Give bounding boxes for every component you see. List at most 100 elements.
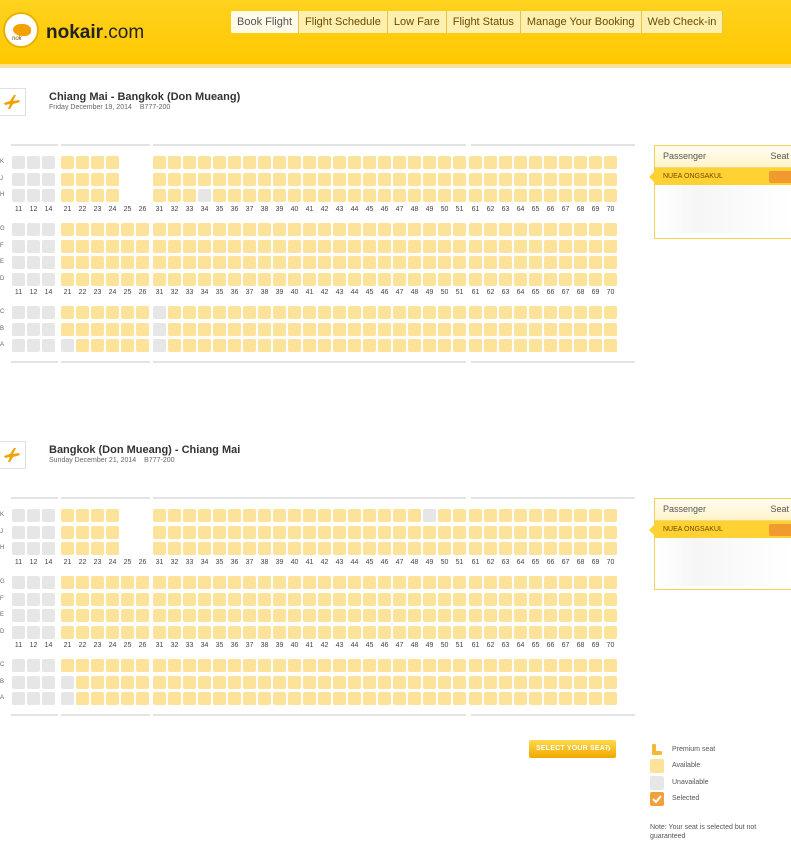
seat-F62[interactable] xyxy=(484,239,497,253)
seat-B68[interactable] xyxy=(574,675,587,689)
seat-B34[interactable] xyxy=(198,675,211,689)
seat-J46[interactable] xyxy=(378,172,391,186)
seat-C32[interactable] xyxy=(168,306,181,319)
seat-A67[interactable] xyxy=(559,339,572,352)
seat-G68[interactable] xyxy=(574,223,587,236)
seat-D42[interactable] xyxy=(318,272,331,286)
seat-C24[interactable] xyxy=(106,659,119,672)
seat-J49[interactable] xyxy=(423,172,436,186)
seat-K40[interactable] xyxy=(288,509,301,522)
seat-D45[interactable] xyxy=(363,272,376,286)
seat-B66[interactable] xyxy=(544,675,557,689)
seat-K42[interactable] xyxy=(318,156,331,169)
seat-B32[interactable] xyxy=(168,675,181,689)
seat-C35[interactable] xyxy=(213,306,226,319)
seat-D65[interactable] xyxy=(529,625,542,639)
seat-A45[interactable] xyxy=(363,692,376,705)
seat-K47[interactable] xyxy=(393,156,406,169)
seat-B68[interactable] xyxy=(574,322,587,336)
seat-D63[interactable] xyxy=(499,272,512,286)
seat-H33[interactable] xyxy=(183,189,196,202)
seat-A49[interactable] xyxy=(423,339,436,352)
seat-G64[interactable] xyxy=(514,576,527,589)
seat-F36[interactable] xyxy=(228,592,241,606)
seat-F38[interactable] xyxy=(258,592,271,606)
seat-E50[interactable] xyxy=(438,609,451,622)
seat-B24[interactable] xyxy=(106,675,119,689)
seat-F42[interactable] xyxy=(318,592,331,606)
seat-F44[interactable] xyxy=(348,592,361,606)
seat-A50[interactable] xyxy=(438,692,451,705)
seat-J37[interactable] xyxy=(243,172,256,186)
seat-D40[interactable] xyxy=(288,272,301,286)
seat-C37[interactable] xyxy=(243,659,256,672)
seat-J43[interactable] xyxy=(333,172,346,186)
seat-D24[interactable] xyxy=(106,272,119,286)
seat-G24[interactable] xyxy=(106,223,119,236)
seat-F32[interactable] xyxy=(168,592,181,606)
seat-H45[interactable] xyxy=(363,542,376,555)
seat-A32[interactable] xyxy=(168,692,181,705)
seat-H47[interactable] xyxy=(393,542,406,555)
seat-E21[interactable] xyxy=(61,256,74,269)
seat-K34[interactable] xyxy=(198,509,211,522)
seat-E44[interactable] xyxy=(348,256,361,269)
seat-G47[interactable] xyxy=(393,576,406,589)
seat-F37[interactable] xyxy=(243,239,256,253)
seat-E65[interactable] xyxy=(529,256,542,269)
seat-B35[interactable] xyxy=(213,322,226,336)
seat-C65[interactable] xyxy=(529,659,542,672)
seat-J49[interactable] xyxy=(423,525,436,539)
seat-A36[interactable] xyxy=(228,692,241,705)
seat-B36[interactable] xyxy=(228,322,241,336)
seat-E37[interactable] xyxy=(243,256,256,269)
seat-H34[interactable] xyxy=(198,542,211,555)
seat-A51[interactable] xyxy=(453,339,466,352)
seat-H62[interactable] xyxy=(484,542,497,555)
seat-F47[interactable] xyxy=(393,239,406,253)
seat-C44[interactable] xyxy=(348,306,361,319)
seat-G26[interactable] xyxy=(136,223,149,236)
seat-H64[interactable] xyxy=(514,542,527,555)
seat-C68[interactable] xyxy=(574,306,587,319)
seat-E26[interactable] xyxy=(136,609,149,622)
seat-G64[interactable] xyxy=(514,223,527,236)
seat-F42[interactable] xyxy=(318,239,331,253)
seat-E43[interactable] xyxy=(333,256,346,269)
seat-H62[interactable] xyxy=(484,189,497,202)
seat-A64[interactable] xyxy=(514,339,527,352)
seat-K45[interactable] xyxy=(363,509,376,522)
seat-H35[interactable] xyxy=(213,542,226,555)
seat-J69[interactable] xyxy=(589,525,602,539)
seat-K41[interactable] xyxy=(303,509,316,522)
seat-K33[interactable] xyxy=(183,509,196,522)
seat-D47[interactable] xyxy=(393,625,406,639)
seat-G34[interactable] xyxy=(198,223,211,236)
seat-G49[interactable] xyxy=(423,576,436,589)
seat-B62[interactable] xyxy=(484,322,497,336)
seat-F61[interactable] xyxy=(469,239,482,253)
seat-B65[interactable] xyxy=(529,322,542,336)
select-your-seat-button[interactable]: SELECT YOUR SEAT › xyxy=(529,740,616,758)
seat-C26[interactable] xyxy=(136,306,149,319)
seat-A42[interactable] xyxy=(318,339,331,352)
seat-A22[interactable] xyxy=(76,692,89,705)
seat-E40[interactable] xyxy=(288,256,301,269)
seat-E70[interactable] xyxy=(604,609,617,622)
seat-D33[interactable] xyxy=(183,625,196,639)
passenger-row[interactable]: NUEA ONGSAKUL xyxy=(649,168,791,185)
seat-F41[interactable] xyxy=(303,239,316,253)
seat-J51[interactable] xyxy=(453,172,466,186)
seat-C36[interactable] xyxy=(228,659,241,672)
seat-G31[interactable] xyxy=(153,223,166,236)
seat-C22[interactable] xyxy=(76,306,89,319)
seat-A26[interactable] xyxy=(136,692,149,705)
seat-J48[interactable] xyxy=(408,525,421,539)
seat-J24[interactable] xyxy=(106,172,119,186)
seat-C31[interactable] xyxy=(153,659,166,672)
seat-C48[interactable] xyxy=(408,659,421,672)
seat-B39[interactable] xyxy=(273,322,286,336)
seat-G50[interactable] xyxy=(438,576,451,589)
seat-C23[interactable] xyxy=(91,306,104,319)
seat-J36[interactable] xyxy=(228,525,241,539)
